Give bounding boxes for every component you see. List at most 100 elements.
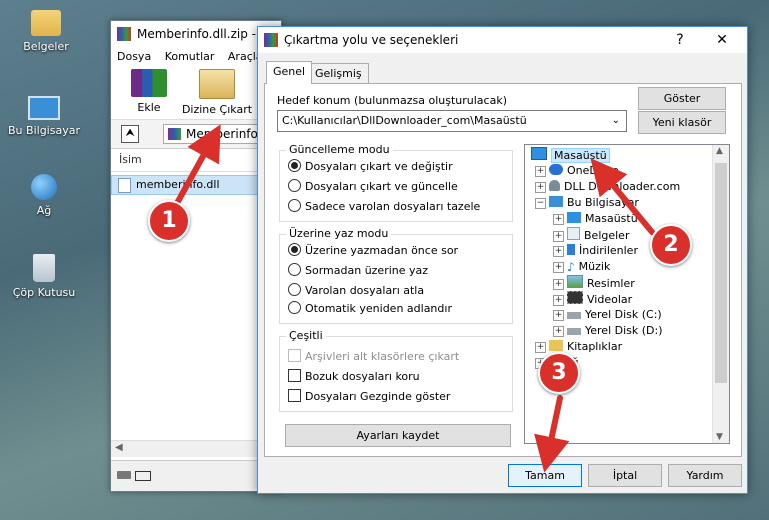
desktop-icon-documents[interactable]: Belgeler	[6, 10, 86, 53]
scroll-left-icon[interactable]: ◀	[115, 442, 123, 453]
save-settings-button[interactable]: Ayarları kaydet	[285, 424, 511, 447]
tree-label: Videolar	[587, 293, 633, 306]
menu-commands[interactable]: Komutlar	[165, 50, 215, 63]
music-note-icon: ♪	[567, 260, 575, 274]
menu-file[interactable]: Dosya	[117, 50, 151, 63]
option-label: Dosyaları çıkart ve değiştir	[305, 160, 453, 173]
destination-value: C:\Kullanıcılar\DllDownloader_com\Masaüs…	[282, 114, 527, 127]
checkbox-icon	[288, 389, 301, 402]
radio-skip-existing[interactable]: Varolan dosyaları atla	[288, 283, 424, 299]
winrar-titlebar[interactable]: Memberinfo.dll.zip -	[111, 21, 281, 47]
close-button[interactable]: ✕	[704, 27, 740, 53]
radio-auto-rename[interactable]: Otomatik yeniden adlandır	[288, 301, 452, 317]
documents-icon	[567, 227, 580, 240]
tree-node-pictures[interactable]: + Resimler	[553, 275, 635, 291]
desktop-icon-label: Belgeler	[23, 40, 69, 53]
option-label: Sadece varolan dosyaları tazele	[305, 200, 481, 213]
chevron-down-icon[interactable]: ⌄	[612, 111, 620, 131]
dll-file-icon	[118, 178, 131, 193]
drive-icon	[567, 328, 581, 335]
column-header-name[interactable]: İsim	[111, 149, 281, 172]
network-globe-icon	[31, 174, 57, 200]
option-label: Sormadan üzerine yaz	[305, 264, 429, 277]
file-name: memberinfo.dll	[136, 178, 220, 191]
tree-node-desktop[interactable]: Masaüstü	[531, 147, 610, 163]
tree-label: Masaüstü	[585, 212, 638, 225]
tree-node-libraries[interactable]: + Kitaplıklar	[535, 339, 622, 355]
cancel-button[interactable]: İptal	[588, 464, 662, 487]
dialog-titlebar[interactable]: Çıkartma yolu ve seçenekleri ? ✕	[258, 27, 747, 53]
checkbox-extract-to-subfolders: Arşivleri alt klasörlere çıkart	[288, 349, 459, 365]
tree-node-local-disk-c[interactable]: + Yerel Disk (C:)	[553, 307, 662, 323]
radio-icon	[288, 199, 301, 212]
desktop-icon-recycle-bin[interactable]: Çöp Kutusu	[4, 254, 84, 299]
expand-icon[interactable]: +	[535, 182, 546, 193]
checkbox-show-in-explorer[interactable]: Dosyaları Gezginde göster	[288, 389, 450, 405]
option-label: Arşivleri alt klasörlere çıkart	[305, 350, 460, 363]
tree-node-local-disk-d[interactable]: + Yerel Disk (D:)	[553, 323, 663, 339]
update-mode-title: Güncelleme modu	[286, 143, 393, 156]
expand-icon[interactable]: +	[553, 310, 564, 321]
radio-extract-update[interactable]: Dosyaları çıkart ve güncelle	[288, 179, 458, 195]
scroll-down-icon[interactable]: ▼	[716, 432, 723, 442]
tab-advanced[interactable]: Gelişmiş	[308, 63, 369, 83]
expand-icon[interactable]: +	[553, 326, 564, 337]
extract-to-button[interactable]: Dizine Çıkart	[177, 69, 257, 116]
destination-combobox[interactable]: C:\Kullanıcılar\DllDownloader_com\Masaüs…	[277, 110, 627, 132]
desktop-icon-this-pc[interactable]: Bu Bilgisayar	[4, 92, 84, 137]
show-button[interactable]: Göster	[638, 87, 726, 110]
expand-icon[interactable]: +	[553, 246, 564, 257]
expand-icon[interactable]: +	[553, 279, 564, 290]
tree-node-onedrive[interactable]: + OneDrive	[535, 163, 619, 179]
checkbox-keep-broken-files[interactable]: Bozuk dosyaları koru	[288, 369, 420, 385]
scrollbar-thumb[interactable]	[715, 163, 727, 383]
tree-label: Yerel Disk (D:)	[585, 324, 663, 337]
tree-node-dll-downloader[interactable]: + DLL Downloader.com	[535, 179, 680, 195]
tree-node-desktop-sub[interactable]: + Masaüstü	[553, 211, 638, 227]
help-title-button[interactable]: ?	[662, 27, 698, 53]
expand-icon[interactable]: +	[535, 342, 546, 353]
option-label: Otomatik yeniden adlandır	[305, 302, 452, 315]
expand-icon[interactable]: +	[553, 214, 564, 225]
add-button[interactable]: Ekle	[119, 69, 179, 114]
help-button[interactable]: Yardım	[668, 464, 742, 487]
tree-node-downloads[interactable]: + İndirilenler	[553, 243, 638, 259]
tree-vertical-scrollbar[interactable]: ▲ ▼	[712, 145, 729, 443]
collapse-icon[interactable]: −	[535, 198, 546, 209]
drive-icon	[567, 312, 581, 319]
desktop-icon	[531, 147, 547, 160]
scroll-up-icon[interactable]: ▲	[716, 146, 723, 156]
tree-label: İndirilenler	[579, 244, 638, 257]
horizontal-scrollbar[interactable]: ◀	[111, 440, 281, 457]
tree-label: Kitaplıklar	[567, 340, 623, 353]
new-folder-button[interactable]: Yeni klasör	[638, 111, 726, 134]
tree-node-videos[interactable]: + Videolar	[553, 291, 632, 307]
expand-icon[interactable]: +	[553, 231, 564, 242]
tree-label: DLL Downloader.com	[564, 180, 681, 193]
ok-button[interactable]: Tamam	[508, 464, 582, 487]
radio-freshen-existing[interactable]: Sadece varolan dosyaları tazele	[288, 199, 480, 215]
expand-icon[interactable]: +	[553, 295, 564, 306]
recycle-bin-icon	[33, 254, 55, 282]
winrar-address-bar: ⮝ Memberinfo.dll	[111, 120, 305, 149]
tree-node-this-pc[interactable]: − Bu Bilgisayar	[535, 195, 639, 211]
desktop-icon-network[interactable]: Ağ	[4, 174, 84, 217]
radio-overwrite-without-asking[interactable]: Sormadan üzerine yaz	[288, 263, 428, 279]
extract-to-button-label: Dizine Çıkart	[181, 103, 253, 116]
option-label: Üzerine yazmadan önce sor	[305, 244, 459, 257]
radio-ask-before-overwrite[interactable]: Üzerine yazmadan önce sor	[288, 243, 458, 259]
up-folder-button[interactable]: ⮝	[121, 125, 139, 143]
radio-extract-replace[interactable]: Dosyaları çıkart ve değiştir	[288, 159, 453, 175]
folder-tree[interactable]: Masaüstü + OneDrive + DLL Downloader.com −…	[524, 144, 730, 444]
desktop-icon-label: Ağ	[36, 204, 52, 217]
tree-node-music[interactable]: + ♪ Müzik	[553, 259, 610, 275]
tab-general[interactable]: Genel	[266, 61, 313, 84]
expand-icon[interactable]: +	[553, 262, 564, 273]
tree-node-documents[interactable]: + Belgeler	[553, 227, 629, 243]
radio-icon	[288, 283, 301, 296]
desktop-icon	[567, 212, 581, 223]
drive-icon	[117, 471, 131, 479]
expand-icon[interactable]: +	[535, 166, 546, 177]
folder-icon	[31, 10, 61, 36]
destination-label: Hedef konum (bulunmazsa oluşturulacak)	[277, 94, 507, 107]
